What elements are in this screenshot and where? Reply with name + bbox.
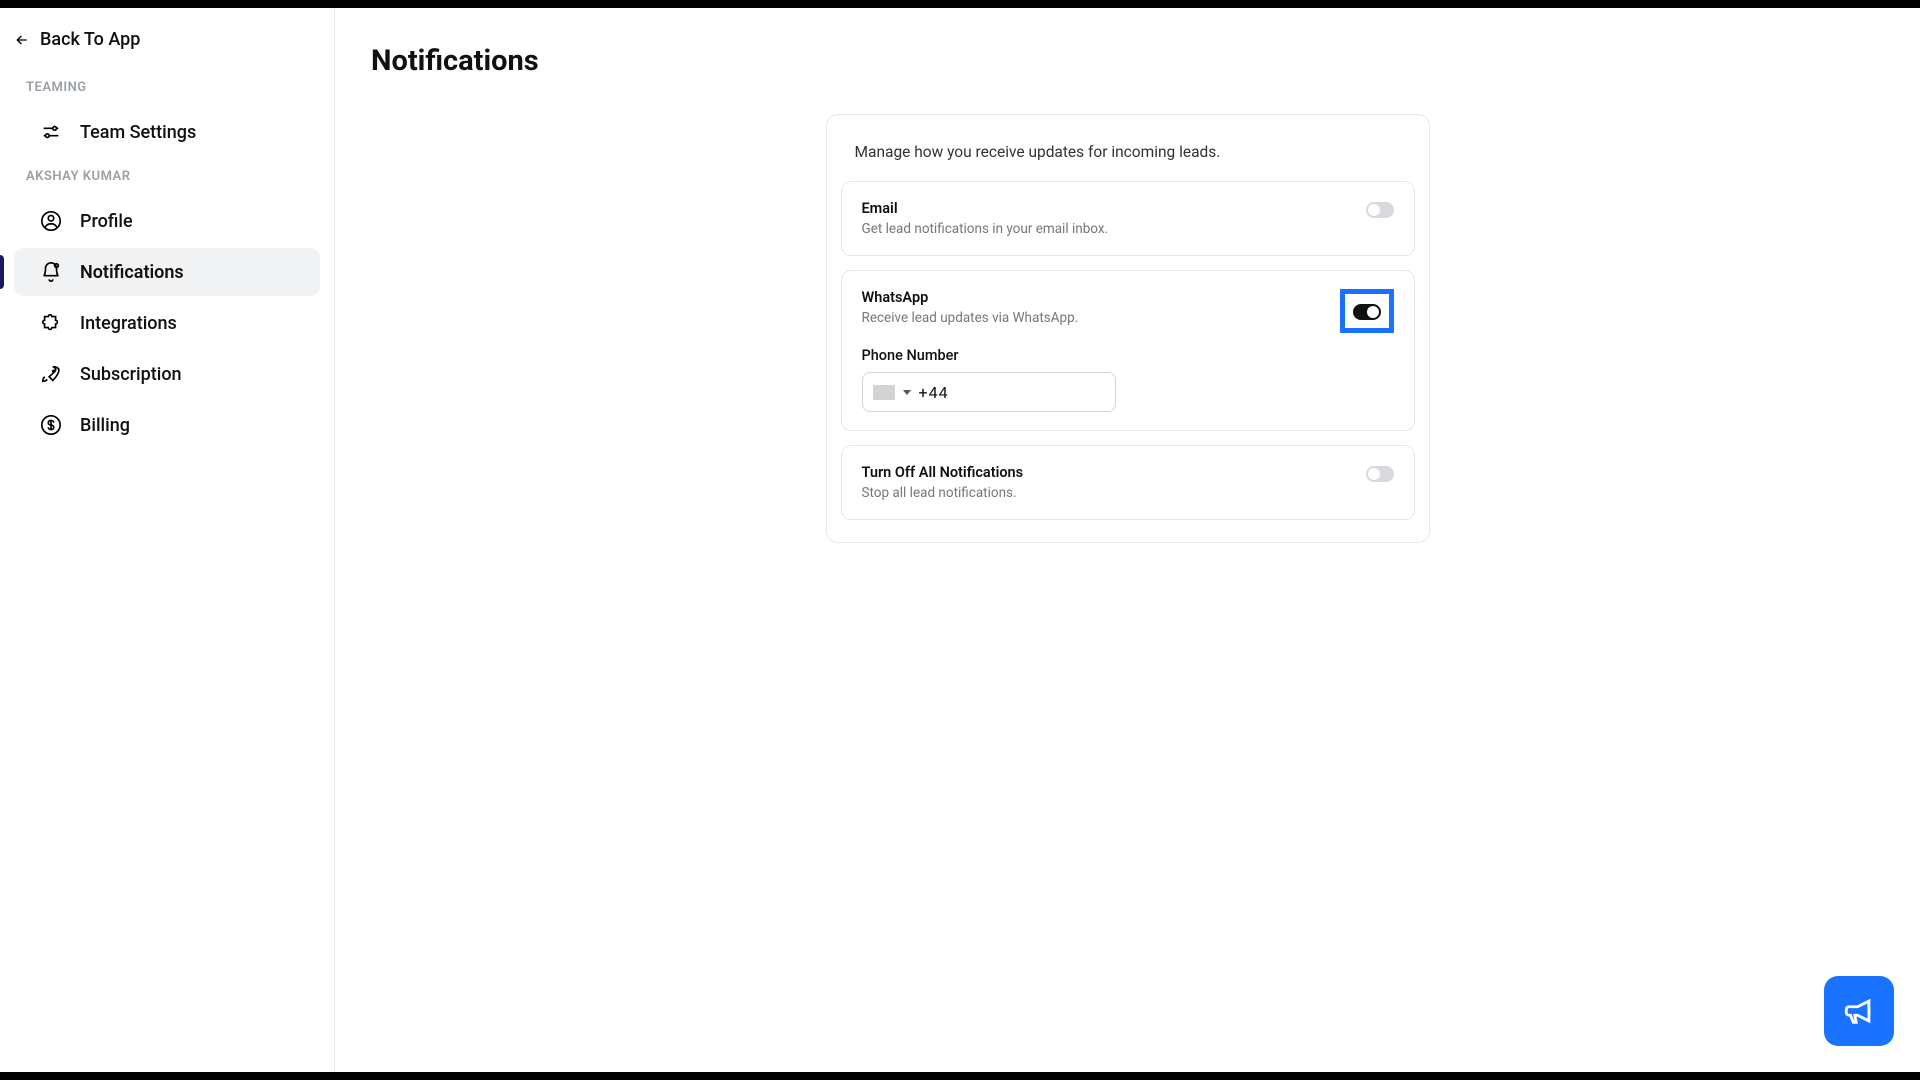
arrow-left-icon bbox=[14, 32, 30, 48]
back-to-app-link[interactable]: Back To App bbox=[0, 22, 334, 70]
sidebar-label: Team Settings bbox=[80, 122, 196, 143]
sidebar-item-billing[interactable]: Billing bbox=[14, 401, 320, 449]
country-flag-icon bbox=[873, 385, 895, 400]
sidebar: Back To App TEAMING Team Settings AKSHAY… bbox=[0, 8, 335, 1072]
announcements-fab[interactable] bbox=[1824, 976, 1894, 1046]
turn-off-title: Turn Off All Notifications bbox=[862, 464, 1366, 481]
setting-row-whatsapp: WhatsApp Receive lead updates via WhatsA… bbox=[841, 270, 1415, 431]
sidebar-item-team-settings[interactable]: Team Settings bbox=[14, 108, 320, 156]
phone-code-value: +44 bbox=[919, 383, 949, 402]
turn-off-desc: Stop all lead notifications. bbox=[862, 485, 1366, 501]
puzzle-icon bbox=[40, 312, 62, 334]
phone-number-label: Phone Number bbox=[862, 347, 1394, 364]
section-label-user: AKSHAY KUMAR bbox=[0, 159, 334, 194]
sidebar-label: Subscription bbox=[80, 364, 182, 385]
dollar-circle-icon bbox=[40, 414, 62, 436]
sidebar-item-notifications[interactable]: Notifications bbox=[14, 248, 320, 296]
sidebar-item-subscription[interactable]: Subscription bbox=[14, 350, 320, 398]
sidebar-label: Billing bbox=[80, 415, 130, 436]
whatsapp-toggle-highlight bbox=[1340, 289, 1394, 333]
section-label-teaming: TEAMING bbox=[0, 70, 334, 105]
notifications-card: Manage how you receive updates for incom… bbox=[826, 114, 1430, 543]
rocket-icon bbox=[40, 363, 62, 385]
whatsapp-toggle[interactable] bbox=[1353, 304, 1381, 320]
whatsapp-title: WhatsApp bbox=[862, 289, 1340, 306]
turn-off-toggle[interactable] bbox=[1366, 466, 1394, 482]
sliders-icon bbox=[40, 121, 62, 143]
setting-row-email: Email Get lead notifications in your ema… bbox=[841, 181, 1415, 256]
chevron-down-icon bbox=[903, 390, 911, 395]
sidebar-label: Integrations bbox=[80, 313, 177, 334]
phone-number-input[interactable]: +44 bbox=[862, 372, 1116, 412]
whatsapp-desc: Receive lead updates via WhatsApp. bbox=[862, 310, 1340, 326]
sidebar-label: Notifications bbox=[80, 262, 184, 283]
email-desc: Get lead notifications in your email inb… bbox=[862, 221, 1366, 237]
email-title: Email bbox=[862, 200, 1366, 217]
sidebar-item-integrations[interactable]: Integrations bbox=[14, 299, 320, 347]
back-label: Back To App bbox=[40, 29, 140, 50]
megaphone-icon bbox=[1842, 994, 1876, 1028]
page-title: Notifications bbox=[371, 44, 1884, 78]
bell-icon bbox=[40, 261, 62, 283]
sidebar-label: Profile bbox=[80, 211, 133, 232]
sidebar-item-profile[interactable]: Profile bbox=[14, 197, 320, 245]
main-content: Notifications Manage how you receive upd… bbox=[335, 8, 1920, 1072]
email-toggle[interactable] bbox=[1366, 202, 1394, 218]
setting-row-turn-off: Turn Off All Notifications Stop all lead… bbox=[841, 445, 1415, 520]
card-subtitle: Manage how you receive updates for incom… bbox=[827, 143, 1429, 181]
user-circle-icon bbox=[40, 210, 62, 232]
